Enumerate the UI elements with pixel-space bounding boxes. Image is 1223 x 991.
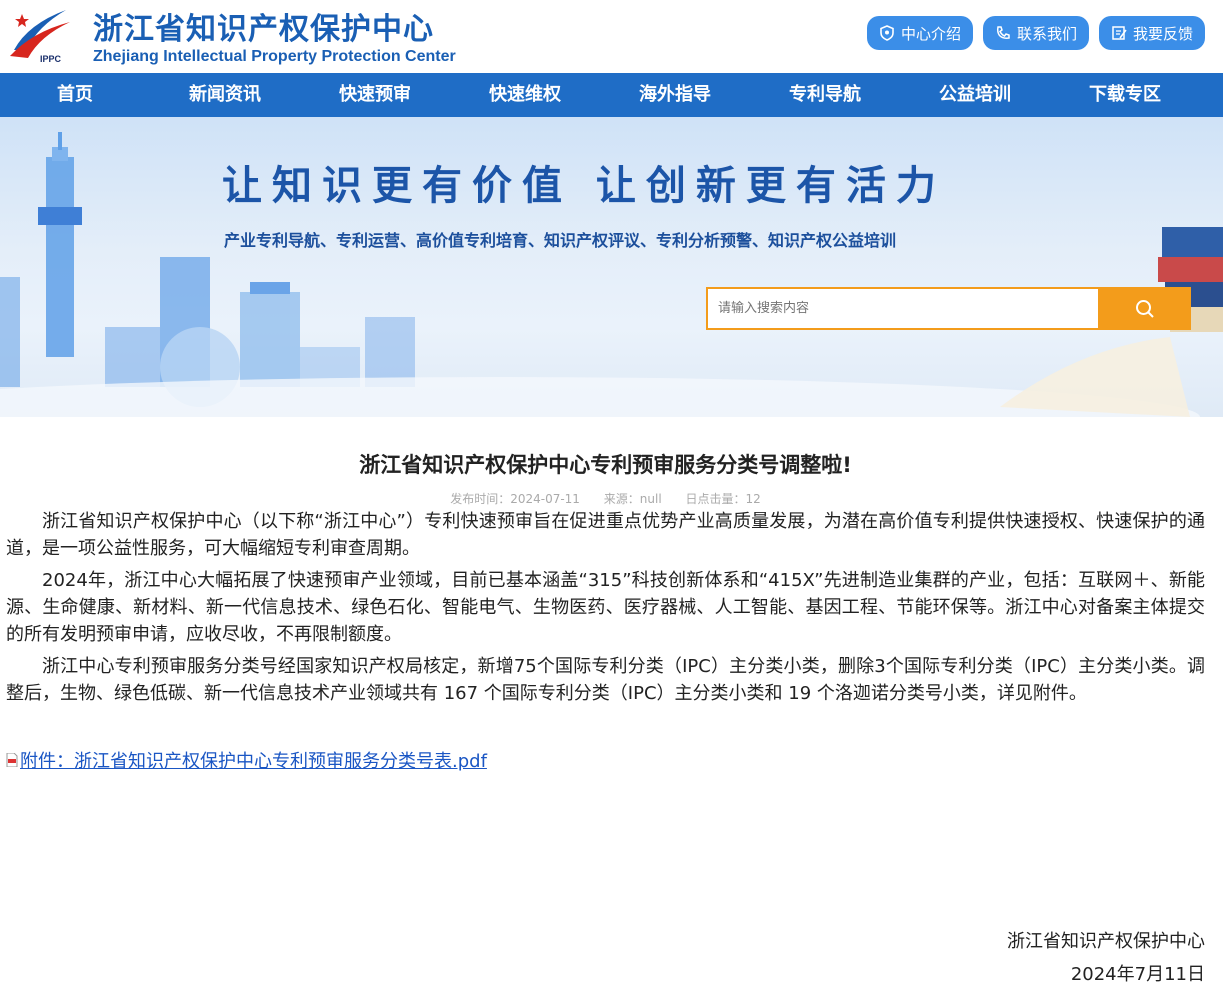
contact-us-label: 联系我们 [1016, 24, 1077, 43]
publish-time: 发布时间：2024-07-11 [450, 492, 580, 506]
article-signature: 浙江省知识产权保护中心 2024年7月11日 [1007, 925, 1205, 991]
contact-us-button[interactable]: 联系我们 [982, 16, 1089, 50]
nav-item-fast-rights[interactable]: 快速维权 [450, 73, 600, 117]
nav-item-training[interactable]: 公益培训 [900, 73, 1050, 117]
shield-icon [880, 25, 894, 41]
sign-organization: 浙江省知识产权保护中心 [1007, 931, 1205, 952]
search-icon [1135, 299, 1154, 318]
article-paragraph: 浙江省知识产权保护中心（以下称“浙江中心”）专利快速预审旨在促进重点优势产业高质… [6, 511, 1205, 559]
banner-services: 产业专利导航、专利运营、高价值专利培育、知识产权评议、专利分析预警、知识产权公益… [224, 231, 897, 250]
article-title: 浙江省知识产权保护中心专利预审服务分类号调整啦! [359, 453, 852, 477]
header-actions: 中心介绍 联系我们 我要反馈 [866, 16, 1205, 50]
about-center-button[interactable]: 中心介绍 [866, 16, 973, 50]
article: 浙江省知识产权保护中心专利预审服务分类号调整啦! 发布时间：2024-07-11… [0, 449, 1223, 985]
main-nav: 首页 新闻资讯 快速预审 快速维权 海外指导 专利导航 公益培训 下载专区 [0, 73, 1223, 117]
view-count: 日点击量：12 [685, 492, 761, 506]
feedback-button[interactable]: 我要反馈 [1098, 16, 1205, 50]
search-input[interactable] [706, 287, 1098, 330]
sign-date: 2024年7月11日 [1070, 964, 1205, 985]
edit-icon [1112, 26, 1127, 40]
article-paragraph: 2024年，浙江中心大幅拓展了快速预审产业领域，目前已基本涵盖“315”科技创新… [6, 570, 1205, 645]
site-subtitle: Zhejiang Intellectual Property Protectio… [93, 48, 456, 65]
nav-item-patent-navigation[interactable]: 专利导航 [750, 73, 900, 117]
ippc-logo-icon[interactable]: IPPC [8, 4, 74, 64]
article-meta: 发布时间：2024-07-11 来源：null 日点击量：12 [6, 490, 1205, 508]
banner-slogan: 让知识更有价值 让创新更有活力 [222, 163, 946, 209]
attachment: 附件：浙江省知识产权保护中心专利预审服务分类号表.pdf [6, 747, 1205, 773]
nav-item-home[interactable]: 首页 [0, 73, 150, 117]
nav-item-fast-preexam[interactable]: 快速预审 [300, 73, 450, 117]
nav-item-downloads[interactable]: 下载专区 [1050, 73, 1200, 117]
site-title: 浙江省知识产权保护中心 [93, 12, 434, 47]
about-center-label: 中心介绍 [900, 24, 961, 43]
search-button[interactable] [1098, 287, 1191, 330]
search-bar [706, 287, 1191, 330]
article-paragraph: 浙江中心专利预审服务分类号经国家知识产权局核定，新增75个国际专利分类（IPC）… [6, 656, 1205, 704]
svg-text:IPPC: IPPC [40, 54, 62, 64]
hero-banner: 让知识更有价值 让创新更有活力 产业专利导航、专利运营、高价值专利培育、知识产权… [0, 117, 1223, 417]
pdf-icon [6, 753, 18, 767]
source: 来源：null [603, 492, 662, 506]
feedback-label: 我要反馈 [1132, 24, 1193, 43]
attachment-link[interactable]: 附件：浙江省知识产权保护中心专利预审服务分类号表.pdf [20, 747, 487, 773]
nav-item-overseas[interactable]: 海外指导 [600, 73, 750, 117]
nav-item-news[interactable]: 新闻资讯 [150, 73, 300, 117]
phone-icon [996, 26, 1010, 39]
site-header: IPPC 浙江省知识产权保护中心 Zhejiang Intellectual P… [0, 0, 1223, 73]
